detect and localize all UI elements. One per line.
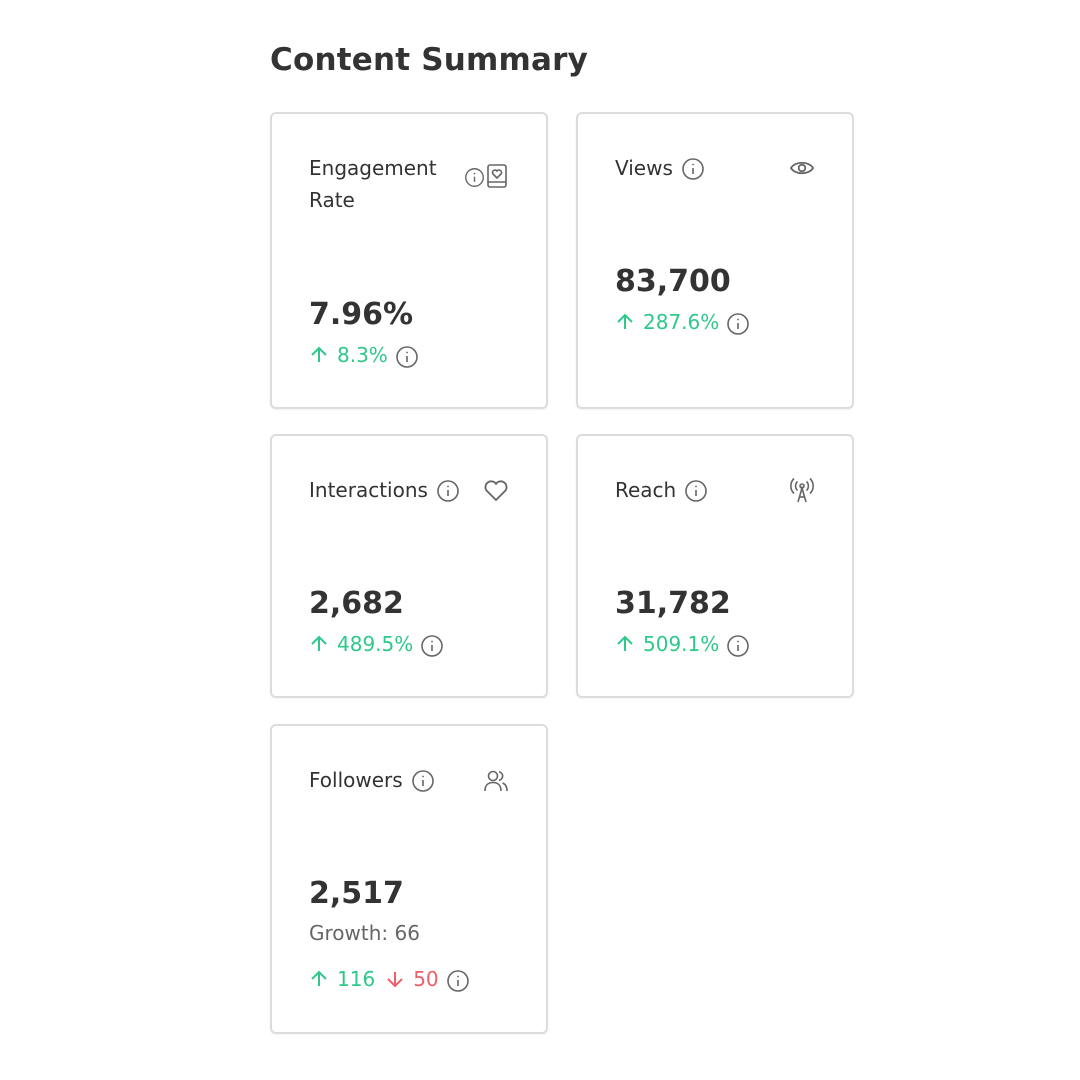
card-title: Reach — [615, 478, 677, 502]
info-icon[interactable] — [726, 634, 750, 657]
info-icon[interactable] — [464, 167, 485, 188]
change-value: 489.5% — [337, 632, 414, 656]
card-title: Views — [615, 156, 673, 180]
metric-value: 7.96% — [309, 297, 414, 332]
info-icon[interactable] — [684, 479, 708, 502]
book-heart-icon — [485, 163, 509, 189]
lost-value: 50 — [413, 967, 439, 991]
views-card: Views 83,700 287.6% — [576, 112, 854, 409]
reach-card: Reach 31,782 509.1% — [576, 434, 854, 698]
info-icon[interactable] — [436, 479, 459, 502]
metric-value: 2,517 — [309, 876, 404, 911]
info-icon[interactable] — [395, 345, 418, 368]
metric-value: 31,782 — [615, 586, 731, 621]
interactions-card: Interactions 2,682 489.5% — [270, 434, 548, 698]
change-value: 287.6% — [643, 310, 720, 334]
change-value: 509.1% — [643, 632, 720, 656]
trend: 287.6% — [615, 310, 750, 335]
users-icon — [483, 768, 509, 794]
card-title: Interactions — [309, 478, 428, 502]
eye-icon — [789, 158, 815, 178]
metric-value: 2,682 — [309, 586, 404, 621]
arrow-up-icon — [309, 345, 329, 365]
arrow-up-icon — [615, 312, 635, 332]
info-icon[interactable] — [726, 312, 750, 335]
metric-value: 83,700 — [615, 264, 731, 299]
arrow-up-icon — [615, 634, 635, 654]
trend: 8.3% — [309, 343, 418, 368]
info-icon[interactable] — [446, 969, 469, 992]
trend: 489.5% — [309, 632, 444, 657]
arrow-down-icon — [385, 969, 405, 989]
growth-text: Growth: 66 — [309, 921, 420, 945]
arrow-up-icon — [309, 634, 329, 654]
page-title: Content Summary — [270, 42, 589, 78]
broadcast-icon — [789, 477, 815, 503]
trend: 116 50 — [309, 967, 469, 992]
card-title: Engagement Rate — [309, 156, 437, 212]
heart-icon — [483, 479, 509, 503]
card-title: Followers — [309, 768, 403, 792]
followers-card: Followers 2,517 Growth: 66 116 50 — [270, 724, 548, 1034]
info-icon[interactable] — [681, 157, 704, 180]
change-value: 8.3% — [337, 343, 388, 367]
info-icon[interactable] — [411, 769, 434, 792]
arrow-up-icon — [309, 969, 329, 989]
info-icon[interactable] — [420, 634, 444, 657]
gained-value: 116 — [337, 967, 376, 991]
engagement-rate-card: Engagement Rate 7.96% 8.3% — [270, 112, 548, 409]
trend: 509.1% — [615, 632, 750, 657]
